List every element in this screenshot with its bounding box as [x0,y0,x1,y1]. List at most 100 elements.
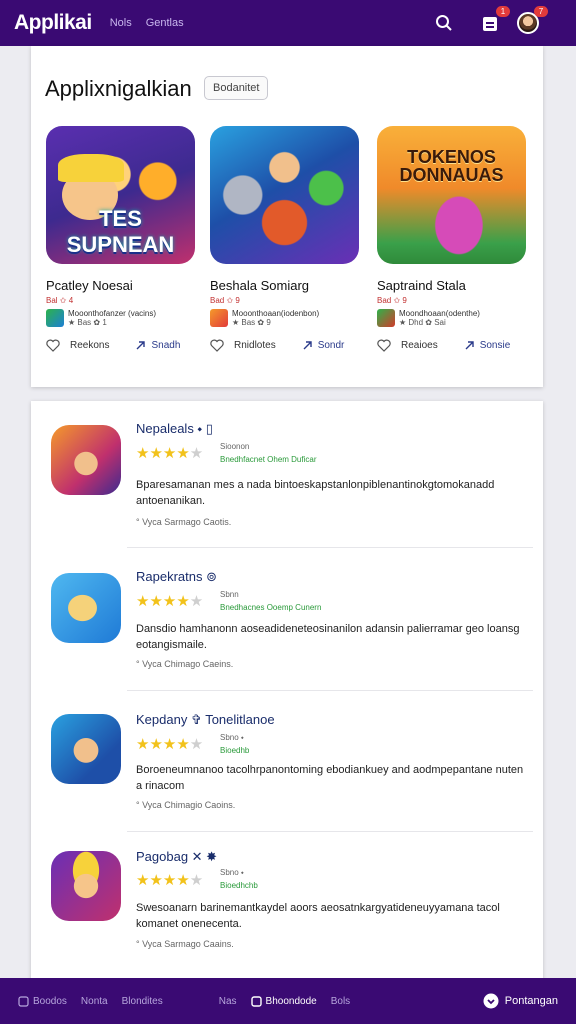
developer-stats: ★ Bas ✿ 9 [232,318,271,327]
share-button[interactable]: Sonsie [464,340,510,351]
bottom-nav-item[interactable]: Bols [331,996,350,1007]
home-icon [18,995,29,1007]
bottom-nav-item[interactable]: Nonta [81,996,108,1007]
bottom-nav-label: Bhoondode [265,995,317,1007]
app-name[interactable]: Nepaleals ⬩ ▯ [136,421,213,437]
developer-row: Mooonthofanzer (vacins) ★ Bas ✿ 1 [46,309,198,327]
list-item[interactable]: Rapekratns ⊚ ★★★★★ Sbnn Bnedhacnes Ooemp… [31,549,543,690]
rating-count: Sbno ⬩ [220,868,244,877]
rating-count: Sbno ⬩ [220,733,244,742]
featured-game-card[interactable]: TOKENOS DONNAUAS Saptraind Stala Bad ✩ 9… [377,126,529,352]
app-icon[interactable] [51,425,121,495]
search-icon[interactable] [432,11,456,35]
divider [127,831,533,832]
developer-name: Mooonthofanzer (vacins) [68,309,157,318]
inbox-icon[interactable]: 1 [478,6,510,35]
bottom-nav-label: Nonta [80,995,108,1007]
like-label: Reekons [70,340,110,351]
app-name[interactable]: Kepdany ✞ Tonelitlanoe [136,712,275,728]
inbox-badge: 1 [496,6,510,17]
app-description: Dansdio hamhanonn aoseadideneteosinanilo… [136,623,520,651]
heart-icon [377,339,391,352]
like-label: Rnidlotes [234,340,276,351]
game-name[interactable]: Beshala Somiarg [210,278,362,293]
developer-stats: ★ Dhd ✿ Sai [399,318,446,327]
game-artwork[interactable] [210,126,359,264]
share-icon [465,341,474,350]
like-label: Reaioes [401,340,438,351]
developer-icon [46,309,64,327]
like-button[interactable]: Reaioes [377,339,438,352]
app-brand[interactable]: Applikai [14,11,92,35]
game-art-title: TOKENOS DONNAUAS [399,147,504,185]
game-art-title: TES SUPNEAN [66,206,175,257]
list-item[interactable]: Kepdany ✞ Tonelitlanoe ★★★★★ Sbno ⬩ Bioe… [31,692,543,833]
game-actions: Reekons Snadh [46,339,198,352]
share-button[interactable]: Sondr [302,340,345,351]
app-list: Nepaleals ⬩ ▯ ★★★★★ Sioonon Bnedhfacnet … [31,401,543,981]
rating-source: Bioedhchb [220,881,258,890]
bottom-nav-item[interactable]: Blondites [122,996,163,1007]
share-icon [136,341,146,350]
rating-source: Bnedhacnes Ooemp Cunern [220,603,322,612]
bottom-nav-item-active[interactable]: Bhoondode [250,995,317,1007]
game-name[interactable]: Pcatley Noesai [46,278,198,293]
like-button[interactable]: Rnidlotes [210,339,276,352]
bottom-nav-item[interactable]: Boodos [18,996,67,1007]
game-artwork[interactable]: TOKENOS DONNAUAS [377,126,526,264]
app-footnote[interactable]: ° Vyca Sarmago Caains. [136,939,234,949]
game-name[interactable]: Saptraind Stala [377,278,529,293]
app-name[interactable]: Rapekratns ⊚ [136,569,217,585]
nav-link-2[interactable]: Gentlas [146,17,184,29]
star-rating: ★★★★★ [136,872,204,889]
share-button[interactable]: Snadh [135,340,180,351]
app-footnote[interactable]: ° Vyca Chimago Caeins. [136,659,233,669]
bottom-nav-label: Nas [218,995,237,1007]
bottom-nav-item[interactable]: Nas [219,996,237,1007]
cta-button[interactable]: Pontangan [483,993,558,1009]
divider [127,690,533,691]
game-meta: Bad ✩ 9 [210,296,240,305]
list-item[interactable]: Pagobag ✕ ✸ ★★★★★ Sbno ⬩ Bioedhchb Sweso… [31,833,543,974]
star-rating: ★★★★★ [136,593,204,610]
game-actions: Reaioes Sonsie [377,339,529,352]
rating-count: Sbnn [220,590,239,599]
user-avatar-button[interactable]: 7 [516,6,548,35]
game-meta: Bal ✩ 4 [46,296,74,305]
share-icon [303,341,312,350]
list-item[interactable]: Nepaleals ⬩ ▯ ★★★★★ Sioonon Bnedhfacnet … [31,401,543,542]
bookmark-icon [250,995,262,1007]
top-app-bar: Applikai Nols Gentlas 1 7 [0,0,576,46]
app-description: Bparesamanan mes a nada bintoeskapstanlo… [136,479,495,507]
app-description: Swesoanarn barinemantkaydel aoors aeosat… [136,902,500,930]
nav-link-1[interactable]: Nols [110,17,132,29]
developer-name: Moondhoaan(odenthe) [399,309,480,318]
like-button[interactable]: Reekons [46,339,109,352]
app-footnote[interactable]: ° Vyca Chimagio Caoins. [136,800,235,810]
share-label: Snadh [151,340,181,351]
game-artwork[interactable]: TES SUPNEAN [46,126,195,264]
bottom-nav-label: Boodos [33,995,67,1007]
heart-icon [46,339,60,352]
cta-label: Pontangan [504,995,558,1007]
featured-game-card[interactable]: Beshala Somiarg Bad ✩ 9 Mooonthoaan(iode… [210,126,362,352]
app-footnote[interactable]: ° Vyca Sarmago Caotis. [136,517,231,527]
game-meta: Bad ✩ 9 [377,296,407,305]
app-icon[interactable] [51,851,121,921]
share-label: Sondr [317,340,345,351]
developer-icon [210,309,228,327]
app-name[interactable]: Pagobag ✕ ✸ [136,849,217,865]
featured-section: Applixnigalkian Bodanitet TES SUPNEAN Pc… [31,46,543,387]
developer-name: Mooonthoaan(iodenbon) [232,309,320,318]
developer-row: Mooonthoaan(iodenbon) ★ Bas ✿ 9 [210,309,362,327]
developer-stats: ★ Bas ✿ 1 [68,318,107,327]
bottom-nav-label: Blondites [121,995,163,1007]
rating-source: Bioedhb [220,746,250,755]
app-icon[interactable] [51,573,121,643]
app-icon[interactable] [51,714,121,784]
featured-filter-chip[interactable]: Bodanitet [204,76,269,100]
developer-row: Moondhoaan(odenthe) ★ Dhd ✿ Sai [377,309,529,327]
game-actions: Rnidlotes Sondr [210,339,362,352]
divider [127,547,533,548]
featured-game-card[interactable]: TES SUPNEAN Pcatley Noesai Bal ✩ 4 Mooon… [46,126,198,352]
